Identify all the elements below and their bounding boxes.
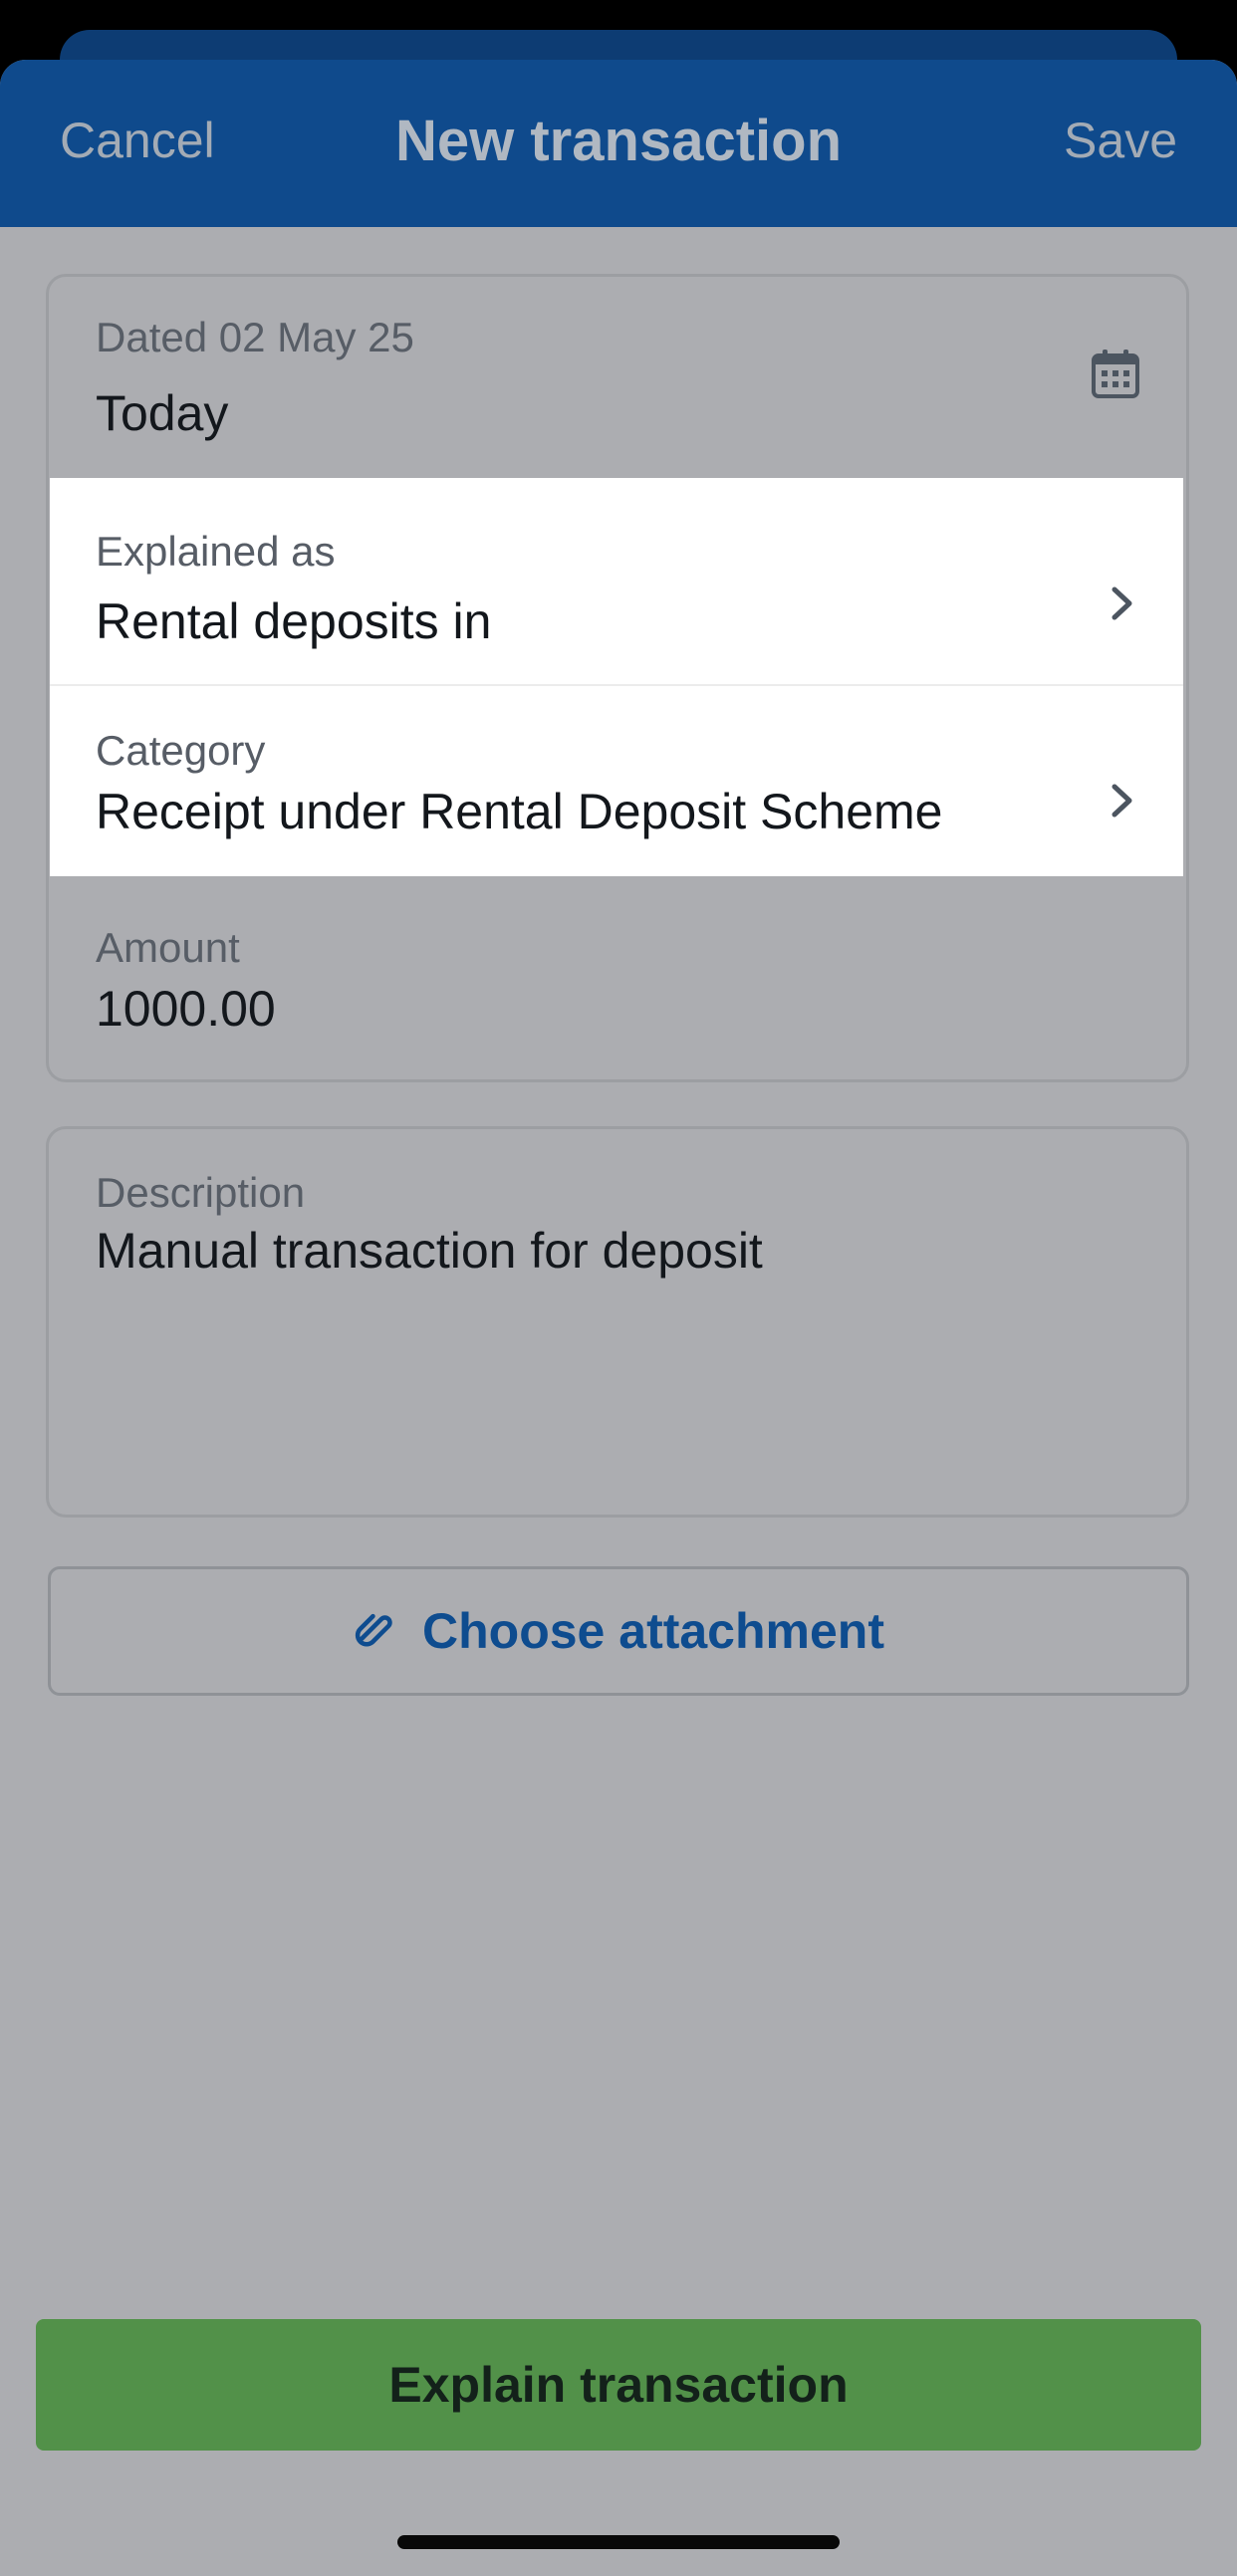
date-label: Dated 02 May 25 <box>96 314 414 360</box>
explained-as-value: Rental deposits in <box>96 593 492 649</box>
save-button[interactable]: Save <box>1064 112 1177 169</box>
explained-as-label: Explained as <box>96 528 336 575</box>
explain-transaction-button[interactable]: Explain transaction <box>36 2319 1201 2451</box>
calendar-icon[interactable] <box>1090 349 1141 400</box>
navigation-bar: Cancel New transaction Save <box>0 60 1237 227</box>
transaction-sheet: Cancel New transaction Save Dated 02 May… <box>0 60 1237 2576</box>
date-value: Today <box>96 385 229 441</box>
choose-attachment-button[interactable]: Choose attachment <box>48 1566 1189 1696</box>
amount-label: Amount <box>96 924 240 971</box>
paperclip-icon <box>355 1613 392 1647</box>
explain-transaction-label: Explain transaction <box>388 2357 849 2413</box>
row-divider <box>50 684 1183 686</box>
home-indicator <box>397 2535 840 2549</box>
page-title: New transaction <box>395 109 842 173</box>
description-value: Manual transaction for deposit <box>96 1223 763 1279</box>
amount-value: 1000.00 <box>96 981 276 1037</box>
chevron-right-icon <box>1112 784 1132 818</box>
choose-attachment-label: Choose attachment <box>422 1603 884 1659</box>
chevron-right-icon <box>1112 586 1132 620</box>
category-value: Receipt under Rental Deposit Scheme <box>96 784 943 839</box>
description-label: Description <box>96 1169 306 1216</box>
category-label: Category <box>96 727 266 774</box>
